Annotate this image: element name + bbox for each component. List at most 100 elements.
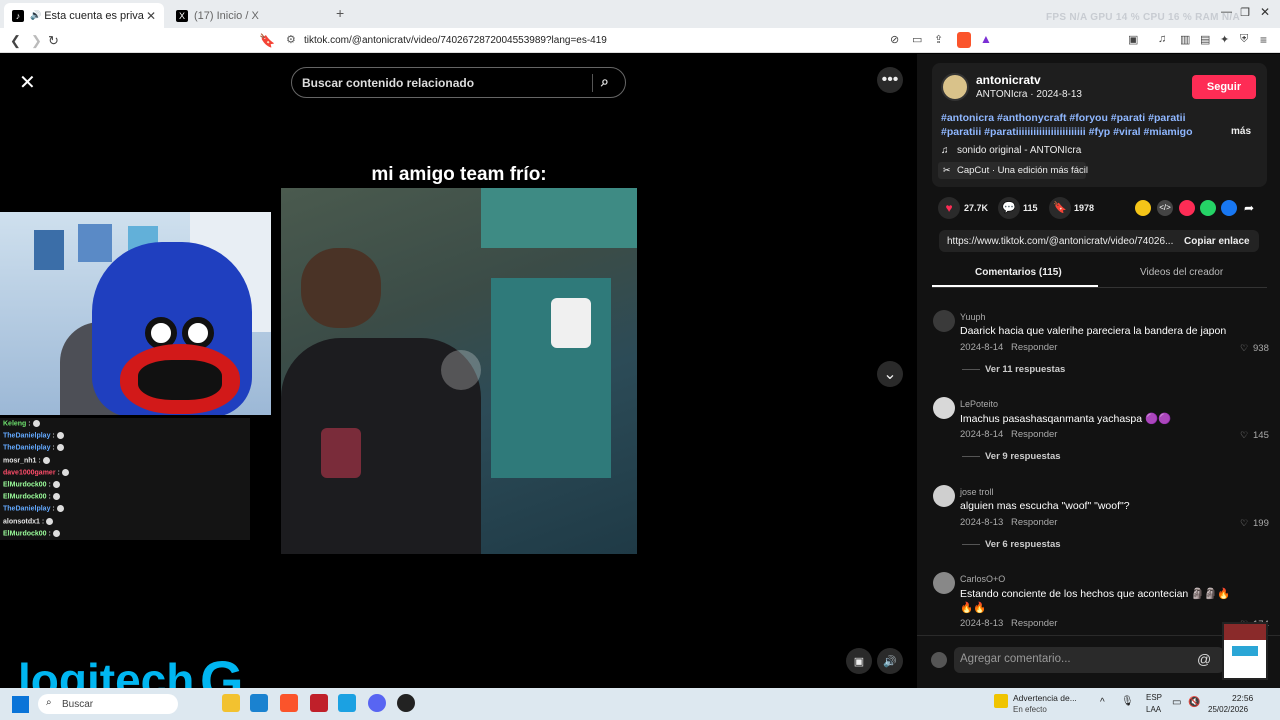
tab-label: (17) Inicio / X (194, 9, 259, 22)
chat-separator: : (26, 420, 33, 428)
pip-icon[interactable]: ▣ (846, 648, 872, 674)
person-head (301, 248, 381, 328)
brave-icon[interactable] (280, 694, 298, 712)
tab-tiktok[interactable]: ♪ 🔊 Esta cuenta es privada. Sigue ✕ (4, 3, 164, 28)
view-replies-button[interactable]: Ver 9 respuestas (985, 451, 1061, 462)
share-icon[interactable]: ⇪ (934, 33, 943, 46)
comment-icon[interactable]: 💬 (998, 197, 1020, 219)
embed-icon[interactable]: </> (1157, 200, 1173, 216)
comment-text-line2: 🔥🔥 (960, 602, 987, 614)
brave-rewards-icon[interactable]: ▲ (980, 32, 992, 46)
file-explorer-icon[interactable] (222, 694, 240, 712)
tab-x[interactable]: X (17) Inicio / X (168, 3, 328, 28)
taskbar-search[interactable] (38, 694, 178, 714)
reply-button[interactable]: Responder (1011, 618, 1057, 629)
speaker-muted-icon[interactable]: 🔇 (1188, 697, 1200, 708)
comment-username[interactable]: CarlosO+O (960, 574, 1005, 584)
save-icon[interactable]: 🔖 (1049, 197, 1071, 219)
follow-button[interactable]: Seguir (1192, 75, 1256, 99)
x-icon: X (176, 9, 188, 22)
comment-avatar[interactable] (933, 485, 955, 507)
chat-line: TheDanielplay : (3, 505, 64, 513)
chat-line: dave1000gamer : (3, 468, 69, 476)
replies-line (962, 544, 980, 545)
warning-icon[interactable] (994, 694, 1008, 708)
tray-chevron-icon[interactable]: ^ (1100, 697, 1105, 708)
notepad-icon[interactable] (338, 694, 356, 712)
ai-icon[interactable]: ✦ (1220, 33, 1229, 46)
comment-like-icon[interactable]: ♡ (1240, 430, 1248, 441)
play-icon[interactable] (441, 350, 481, 390)
cast-icon[interactable]: ▭ (912, 33, 922, 46)
comment-avatar[interactable] (933, 397, 955, 419)
comment-username[interactable]: Yuuph (960, 312, 986, 322)
new-tab-button[interactable]: + (336, 5, 344, 21)
bookmark-icon[interactable]: 🔖 (259, 33, 275, 49)
leo-icon[interactable]: ▣ (1128, 33, 1138, 46)
windows-start-icon[interactable] (12, 696, 29, 713)
maximize-icon[interactable]: ❐ (1240, 6, 1250, 19)
discord-icon[interactable] (368, 694, 386, 712)
reply-button[interactable]: Responder (1011, 517, 1057, 528)
close-window-icon[interactable]: ✕ (1260, 5, 1270, 19)
author-username[interactable]: antonicratv (976, 73, 1041, 87)
reply-button[interactable]: Responder (1011, 342, 1057, 353)
clock-time[interactable]: 22:56 (1232, 693, 1253, 703)
chat-line: alonsotdx1 : (3, 517, 54, 525)
like-icon[interactable]: ♥ (938, 197, 960, 219)
sidebar-icon[interactable]: ▥ (1180, 33, 1190, 46)
comment-username[interactable]: LePoteito (960, 399, 998, 409)
lang-line2[interactable]: LAA (1146, 705, 1161, 714)
repost-icon[interactable] (1135, 200, 1151, 216)
obs-icon[interactable] (397, 694, 415, 712)
video-controls-area (637, 54, 917, 688)
view-replies-button[interactable]: Ver 6 respuestas (985, 539, 1061, 550)
tab-comments[interactable]: Comentarios (115) (975, 267, 1062, 278)
copy-link-button[interactable]: Copiar enlace (1184, 236, 1250, 247)
tab-creator-videos[interactable]: Videos del creador (1140, 267, 1223, 278)
comment-like-icon[interactable]: ♡ (1240, 518, 1248, 529)
related-search-input[interactable]: Buscar contenido relacionado ⌕ (291, 67, 626, 98)
send-icon[interactable] (1179, 200, 1195, 216)
mention-icon[interactable]: @ (1197, 651, 1211, 667)
close-video-icon[interactable]: ✕ (19, 70, 36, 95)
video-description[interactable]: #antonicra #anthonycraft #foryou #parati… (941, 111, 1211, 139)
store-icon[interactable] (250, 694, 268, 712)
more-share-icon[interactable]: ➦ (1244, 201, 1254, 215)
chat-username: mosr_nh1 (3, 456, 37, 464)
menu-icon[interactable]: ≡ (1260, 33, 1267, 47)
more-link[interactable]: más (1231, 126, 1251, 137)
comment-like-icon[interactable]: ♡ (1240, 343, 1248, 354)
music-icon[interactable]: ♫ (1158, 33, 1166, 45)
next-video-icon[interactable]: ⌄ (877, 361, 903, 387)
wallet-icon[interactable]: ▤ (1200, 33, 1210, 46)
facebook-icon[interactable] (1221, 200, 1237, 216)
brave-shield-icon[interactable] (957, 32, 971, 48)
translate-icon[interactable]: ⊘ (890, 33, 899, 46)
comment-username[interactable]: jose troll (960, 487, 994, 497)
vpn-icon[interactable]: ⛨ (1240, 33, 1248, 46)
forward-icon[interactable]: ❯ (31, 33, 42, 49)
lang-line1[interactable]: ESP (1146, 693, 1162, 702)
replies-line (962, 369, 980, 370)
chat-line: mosr_nh1 : (3, 456, 50, 464)
view-replies-button[interactable]: Ver 11 respuestas (985, 364, 1065, 375)
site-settings-icon[interactable]: ⚙ (286, 33, 296, 46)
more-options-icon[interactable]: ••• (877, 67, 903, 93)
reply-button[interactable]: Responder (1011, 429, 1057, 440)
comment-avatar[interactable] (933, 310, 955, 332)
clock-date[interactable]: 25/02/2026 (1208, 705, 1248, 714)
reload-icon[interactable]: ↻ (48, 33, 59, 49)
sound-label[interactable]: sonido original - ANTONIcra (957, 145, 1081, 156)
volume-icon[interactable]: 🔊 (877, 648, 903, 674)
microphone-icon[interactable]: 🎙 (1121, 696, 1134, 707)
back-icon[interactable]: ❮ (10, 33, 21, 49)
search-icon[interactable]: ⌕ (601, 73, 609, 90)
app-icon[interactable] (310, 694, 328, 712)
whatsapp-icon[interactable] (1200, 200, 1216, 216)
minimize-icon[interactable]: — (1221, 6, 1232, 18)
author-avatar[interactable] (941, 73, 969, 101)
comment-avatar[interactable] (933, 572, 955, 594)
network-icon[interactable]: ▭ (1172, 697, 1181, 708)
close-tab-icon[interactable]: ✕ (146, 9, 156, 23)
